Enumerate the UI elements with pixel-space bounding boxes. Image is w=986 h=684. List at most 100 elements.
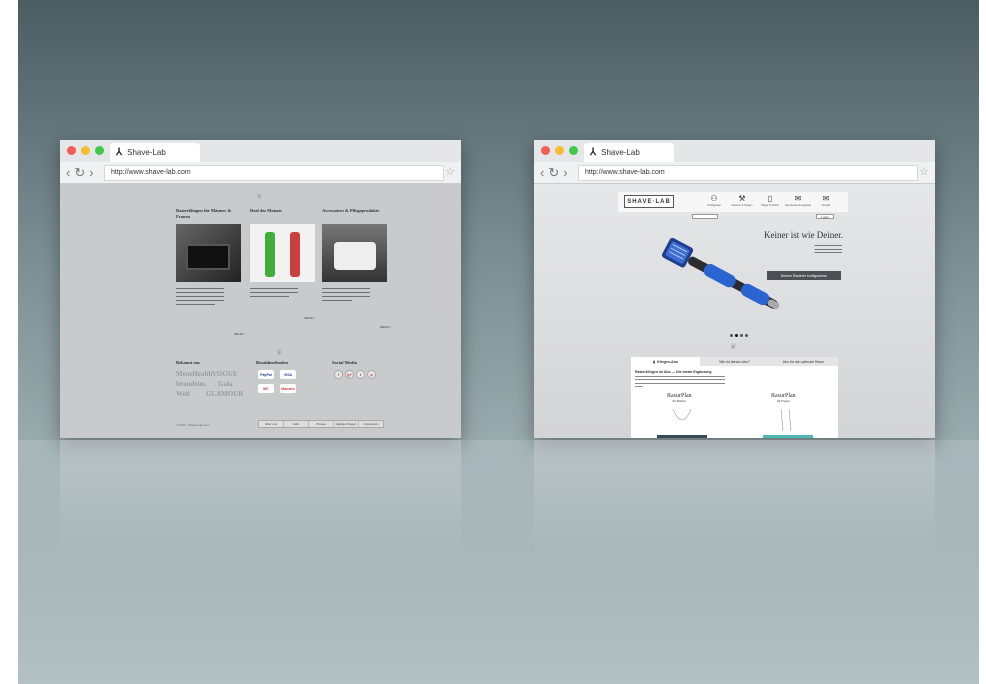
- user-plus-icon: ⚇: [710, 194, 718, 203]
- tab-bar: ⅄ Shave-Lab: [60, 140, 461, 162]
- blade-icon: ▮: [653, 359, 656, 364]
- visa-logo: VISA: [280, 370, 296, 379]
- footer-link[interactable]: Häufige Fragen: [334, 421, 359, 427]
- google-plus-icon[interactable]: g+: [345, 370, 354, 379]
- tab-title: Shave-Lab: [127, 148, 166, 157]
- tab-optimale-rasur[interactable]: Abo für die optimale Rasur: [769, 357, 838, 366]
- copyright-text: © 2014 - Shave-Lab.com: [176, 423, 210, 427]
- tools-icon: ⚒: [738, 194, 746, 203]
- footer-link[interactable]: Über uns: [259, 421, 284, 427]
- search-input[interactable]: [692, 214, 718, 219]
- subscription-panel: ▮ Klingen-Abo Wie ist dieses Abo? Abo für…: [631, 357, 838, 438]
- carousel-dot[interactable]: [745, 334, 748, 337]
- address-bar: ‹ ↻ › http://www.shave-lab.com ☆: [60, 162, 461, 184]
- minimize-button[interactable]: [81, 146, 90, 155]
- column-title: Deal des Monats: [250, 208, 282, 213]
- hero-headline: Keiner ist wie Deiner.: [764, 230, 843, 240]
- panel-tabs: ▮ Klingen-Abo Wie ist dieses Abo? Abo für…: [631, 357, 838, 366]
- url-input[interactable]: http://www.shave-lab.com: [104, 165, 444, 181]
- scene-background: ⅄ Shave-Lab ‹ ↻ › http://www.shave-lab.c…: [18, 0, 979, 684]
- carousel-dot[interactable]: [730, 334, 733, 337]
- press-logo: MensHealth: [176, 370, 213, 378]
- plan-women-accent: [763, 435, 813, 438]
- minimize-button[interactable]: [555, 146, 564, 155]
- back-icon[interactable]: ‹: [540, 165, 544, 181]
- tab-klingen-abo[interactable]: ▮ Klingen-Abo: [631, 357, 700, 366]
- bookmark-star-icon[interactable]: ☆: [445, 165, 455, 178]
- window-controls: [67, 146, 104, 155]
- mastercard-logo: MC: [258, 384, 274, 393]
- column-title: Accessoires & Pflegeprodukte: [322, 208, 380, 213]
- social-title: Social Media: [332, 360, 357, 365]
- footer-link[interactable]: Presse: [309, 421, 334, 427]
- product-column: Deal des Monats ▬▬▬▬▬▬▬▬▬▬▬▬▬▬▬▬ ▬▬▬▬▬▬▬▬…: [250, 208, 315, 298]
- close-button[interactable]: [67, 146, 76, 155]
- maestro-logo: Maestro: [280, 384, 296, 393]
- footer-nav: Über uns Jobs Presse Häufige Fragen Impr…: [258, 420, 384, 428]
- face-illustration: [672, 409, 692, 421]
- nav-item[interactable]: ▯ Pflege & Schutz: [756, 194, 784, 207]
- site-logo[interactable]: SHAVE·LAB: [624, 195, 674, 208]
- product-image[interactable]: [176, 224, 241, 282]
- more-link[interactable]: MEHR >: [234, 332, 245, 336]
- hero-subline: ▬▬▬▬▬▬▬▬▬▬▬ ▬▬▬▬▬▬▬▬▬▬▬ ▬▬▬▬▬▬▬▬▬▬▬: [814, 244, 843, 254]
- reload-icon[interactable]: ↻: [548, 165, 559, 181]
- nav-item[interactable]: ⚇ Konfigurator: [700, 194, 728, 207]
- reload-icon[interactable]: ↻: [74, 165, 85, 181]
- gift-icon: ✉: [794, 194, 802, 203]
- shave-lab-logo-icon: ⅄: [116, 147, 123, 158]
- plan-men[interactable]: RasurPlan für Männer: [667, 393, 692, 403]
- close-button[interactable]: [541, 146, 550, 155]
- razor-image: [661, 237, 780, 310]
- carousel-dot[interactable]: [735, 334, 738, 337]
- product-column: Rasierklingen für Männer & Frauen ▬▬▬▬▬▬…: [176, 208, 241, 306]
- site-header: SHAVE·LAB ⚇ Konfigurator ⚒ Rasierer & Kl…: [618, 192, 848, 212]
- pinterest-icon[interactable]: p: [367, 370, 376, 379]
- footer-link[interactable]: Impressum: [359, 421, 383, 427]
- url-input[interactable]: http://www.shave-lab.com: [578, 165, 918, 181]
- maximize-button[interactable]: [95, 146, 104, 155]
- more-link[interactable]: MEHR >: [304, 316, 315, 320]
- back-icon[interactable]: ‹: [66, 165, 70, 181]
- leaf-icon: ❦: [730, 342, 737, 351]
- nav-item[interactable]: ⚒ Rasierer & Klingen: [728, 194, 756, 207]
- brush-icon: ▯: [767, 194, 773, 203]
- forward-icon[interactable]: ›: [89, 165, 93, 181]
- footer-link[interactable]: Jobs: [284, 421, 309, 427]
- tab-wie-abo[interactable]: Wie ist dieses Abo?: [700, 357, 769, 366]
- twitter-icon[interactable]: t: [356, 370, 365, 379]
- product-image[interactable]: [250, 224, 315, 282]
- press-logo: GLAMOUR: [206, 390, 244, 398]
- panel-title: Rasierklingen im Abo — Die ideale Ergänz…: [635, 370, 712, 374]
- press-logo: VOGUE: [212, 370, 238, 378]
- configure-button[interactable]: Deinen Rasierer konfigurieren: [767, 271, 841, 280]
- page-viewport: SHAVE·LAB ⚇ Konfigurator ⚒ Rasierer & Kl…: [534, 184, 935, 438]
- facebook-icon[interactable]: f: [334, 370, 343, 379]
- window-reflection: [534, 440, 935, 560]
- plan-women[interactable]: RasurPlan für Frauen: [771, 393, 796, 403]
- browser-tab[interactable]: ⅄ Shave-Lab: [584, 143, 674, 162]
- window-controls: [541, 146, 578, 155]
- nav-item[interactable]: ✉ Kontakt: [812, 194, 840, 207]
- browser-window-left: ⅄ Shave-Lab ‹ ↻ › http://www.shave-lab.c…: [60, 140, 461, 438]
- login-button[interactable]: Login: [816, 214, 834, 219]
- address-bar: ‹ ↻ › http://www.shave-lab.com ☆: [534, 162, 935, 184]
- nav-item[interactable]: ✉ Geschenke & Angebote: [784, 194, 812, 207]
- legs-illustration: [780, 409, 792, 432]
- product-image[interactable]: [322, 224, 387, 282]
- product-column: Accessoires & Pflegeprodukte ▬▬▬▬▬▬▬▬▬▬▬…: [322, 208, 387, 302]
- browser-tab[interactable]: ⅄ Shave-Lab: [110, 143, 200, 162]
- tab-title: Shave-Lab: [601, 148, 640, 157]
- maximize-button[interactable]: [569, 146, 578, 155]
- press-logo: Welt: [176, 390, 190, 398]
- carousel-dot[interactable]: [740, 334, 743, 337]
- plan-men-accent: [657, 435, 707, 438]
- carousel-dots[interactable]: [730, 334, 748, 337]
- more-link[interactable]: MEHR >: [380, 325, 391, 329]
- forward-icon[interactable]: ›: [563, 165, 567, 181]
- tab-bar: ⅄ Shave-Lab: [534, 140, 935, 162]
- bookmark-star-icon[interactable]: ☆: [919, 165, 929, 178]
- leaf-icon: ❦: [276, 348, 283, 357]
- paypal-logo: PayPal: [258, 370, 274, 379]
- column-text: ▬▬▬▬▬▬▬▬▬▬▬▬▬▬▬▬ ▬▬▬▬▬▬▬▬▬▬▬▬▬▬▬▬ ▬▬▬▬▬▬▬▬…: [250, 286, 298, 298]
